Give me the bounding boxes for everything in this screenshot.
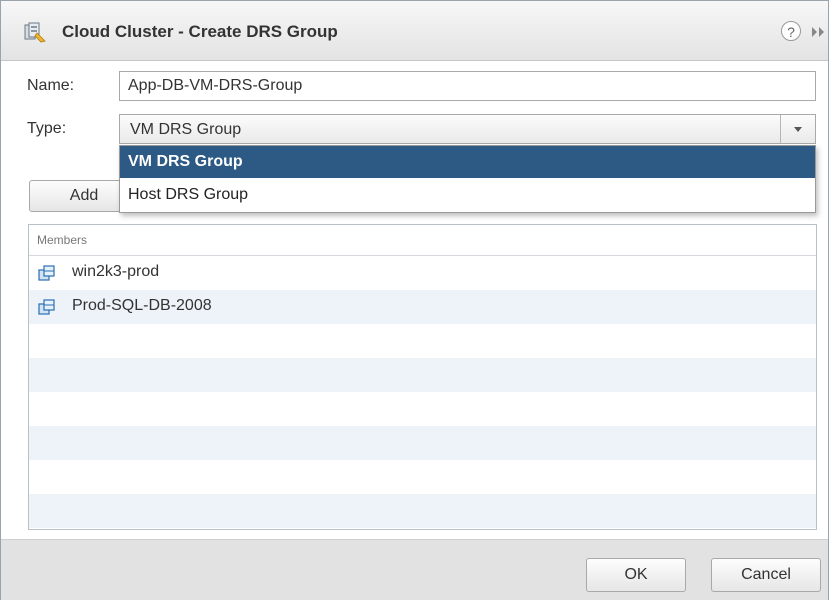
name-input[interactable] <box>119 71 816 101</box>
list-item[interactable]: Prod-SQL-DB-2008 <box>29 290 816 324</box>
cluster-icon <box>24 22 46 43</box>
vm-icon <box>38 299 55 315</box>
ok-button[interactable]: OK <box>586 558 686 592</box>
dropdown-toggle[interactable] <box>780 115 815 143</box>
member-name: Prod-SQL-DB-2008 <box>72 297 212 314</box>
members-header: Members <box>29 225 816 256</box>
member-name: win2k3-prod <box>72 263 160 280</box>
empty-row <box>29 426 816 460</box>
dropdown-option-host-drs-group[interactable]: Host DRS Group <box>120 179 815 211</box>
expand-icon[interactable] <box>810 25 828 39</box>
list-item[interactable]: win2k3-prod <box>29 256 816 290</box>
create-drs-group-dialog: Cloud Cluster - Create DRS Group ? Name:… <box>0 0 829 600</box>
empty-row <box>29 460 816 494</box>
chevron-down-icon <box>794 127 802 132</box>
dialog-titlebar: Cloud Cluster - Create DRS Group ? <box>1 1 828 61</box>
dialog-footer <box>1 539 828 600</box>
cancel-button[interactable]: Cancel <box>711 558 821 592</box>
type-dropdown-list: VM DRS Group Host DRS Group <box>119 145 816 213</box>
type-select[interactable]: VM DRS Group <box>119 114 816 144</box>
members-list: Members win2k3-prod Prod-SQL-DB-2008 <box>28 224 817 530</box>
dropdown-option-vm-drs-group[interactable]: VM DRS Group <box>120 146 815 178</box>
type-select-value: VM DRS Group <box>130 121 242 138</box>
empty-row <box>29 358 816 392</box>
empty-row <box>29 324 816 358</box>
help-icon[interactable]: ? <box>781 21 801 41</box>
type-label: Type: <box>27 120 67 137</box>
vm-icon <box>38 265 55 281</box>
empty-row <box>29 392 816 426</box>
name-label: Name: <box>27 77 75 94</box>
dialog-title: Cloud Cluster - Create DRS Group <box>62 22 338 41</box>
members-header-label: Members <box>37 233 88 247</box>
empty-row <box>29 494 816 528</box>
